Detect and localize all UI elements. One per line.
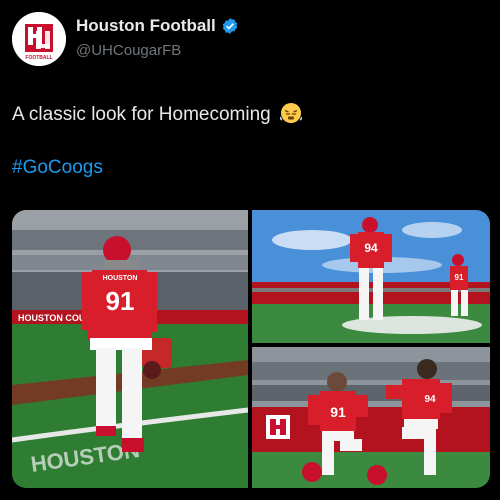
photo-players-standing[interactable]: 94 91 (252, 210, 490, 343)
jersey-number-left: 91 (330, 404, 346, 420)
tweet-header: FOOTBALL Houston Football @UHCougarFB (12, 12, 488, 76)
verified-badge-icon (222, 18, 237, 34)
huffing-face-emoji-icon (280, 103, 302, 123)
display-name[interactable]: Houston Football (76, 16, 216, 36)
user-handle[interactable]: @UHCougarFB (76, 42, 181, 59)
photo-players-kneeling[interactable]: 91 94 (252, 347, 490, 488)
avatar-subtext: FOOTBALL (25, 55, 52, 61)
uh-logo-icon: FOOTBALL (12, 12, 66, 66)
tweet-body: A classic look for Homecoming (12, 104, 271, 125)
jersey-chest-text: HOUSTON (103, 275, 138, 282)
avatar[interactable]: FOOTBALL (12, 12, 66, 66)
hashtag-link[interactable]: #GoCoogs (12, 157, 103, 179)
jersey-number-right: 91 (455, 273, 464, 282)
jersey-number-left: 94 (364, 241, 378, 255)
jersey-number: 91 (106, 286, 135, 316)
tweet-text: A classic look for Homecoming (12, 102, 302, 126)
name-row: Houston Football (76, 16, 239, 36)
photo-player-field[interactable]: HOUSTON COUGARS HOUSTON HOUSTON 91 (12, 210, 248, 488)
media-grid: HOUSTON COUGARS HOUSTON HOUSTON 91 94 91… (12, 210, 490, 488)
jersey-number-right: 94 (424, 394, 436, 405)
